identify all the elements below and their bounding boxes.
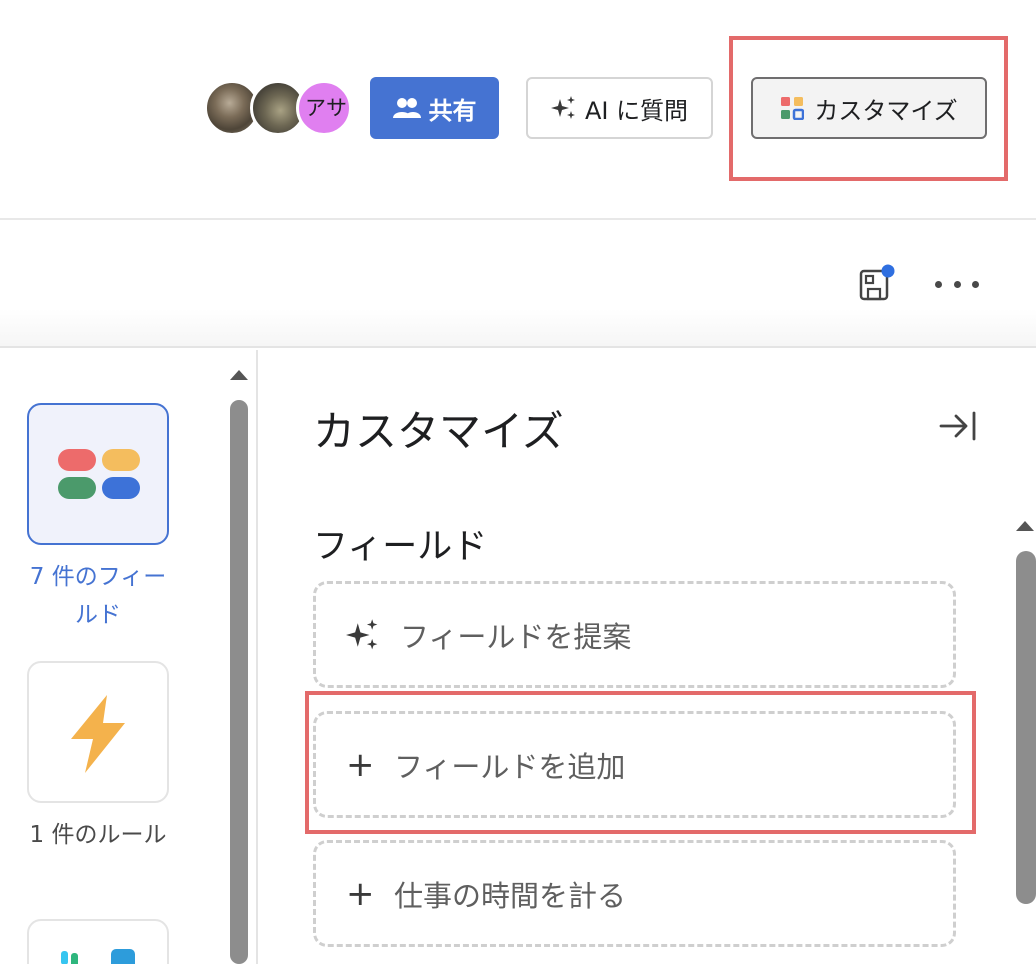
avatar[interactable]: アサ	[296, 80, 352, 136]
more-icon[interactable]	[935, 274, 979, 294]
suggest-fields-label: フィールドを提案	[400, 619, 632, 654]
save-layout-icon[interactable]	[858, 263, 898, 303]
plus-icon: +	[346, 873, 375, 914]
sparkle-icon	[550, 96, 575, 119]
collapse-right-icon[interactable]	[938, 408, 978, 444]
rail-item-apps[interactable]	[27, 919, 169, 964]
rail-item-rules[interactable]	[27, 661, 169, 803]
customize-button[interactable]: カスタマイズ	[751, 77, 987, 139]
rail-item-fields-label[interactable]: 7 件のフィールド	[20, 558, 176, 634]
ask-ai-button[interactable]: AI に質問	[526, 77, 713, 139]
fields-section-title: フィールド	[313, 527, 488, 567]
customize-button-label: カスタマイズ	[814, 96, 958, 125]
plus-icon: +	[346, 744, 375, 785]
people-icon	[392, 98, 421, 118]
avatar-initials: アサ	[305, 96, 347, 120]
add-field-label: フィールドを追加	[394, 749, 626, 784]
rail-item-fields[interactable]	[27, 403, 169, 545]
rail-scrollbar[interactable]	[230, 400, 248, 964]
panel-scrollbar[interactable]	[1016, 551, 1036, 904]
share-button[interactable]: 共有	[370, 77, 499, 139]
lightning-icon	[71, 695, 125, 773]
share-button-label: 共有	[428, 96, 477, 125]
apps-icon	[61, 949, 135, 964]
time-tracking-button[interactable]: + 仕事の時間を計る	[313, 840, 956, 947]
grid-icon	[781, 97, 805, 120]
add-field-button[interactable]: + フィールドを追加	[313, 711, 956, 818]
scroll-up-arrow[interactable]	[1016, 521, 1034, 531]
scroll-up-arrow[interactable]	[230, 370, 248, 380]
sparkle-icon	[346, 618, 378, 649]
ask-ai-label: AI に質問	[584, 96, 689, 125]
panel-title: カスタマイズ	[313, 407, 564, 456]
suggest-fields-button[interactable]: フィールドを提案	[313, 581, 956, 688]
member-avatars[interactable]: アサ	[204, 80, 354, 136]
rail-item-rules-label[interactable]: 1 件のルール	[20, 816, 176, 854]
time-tracking-label: 仕事の時間を計る	[394, 878, 627, 913]
